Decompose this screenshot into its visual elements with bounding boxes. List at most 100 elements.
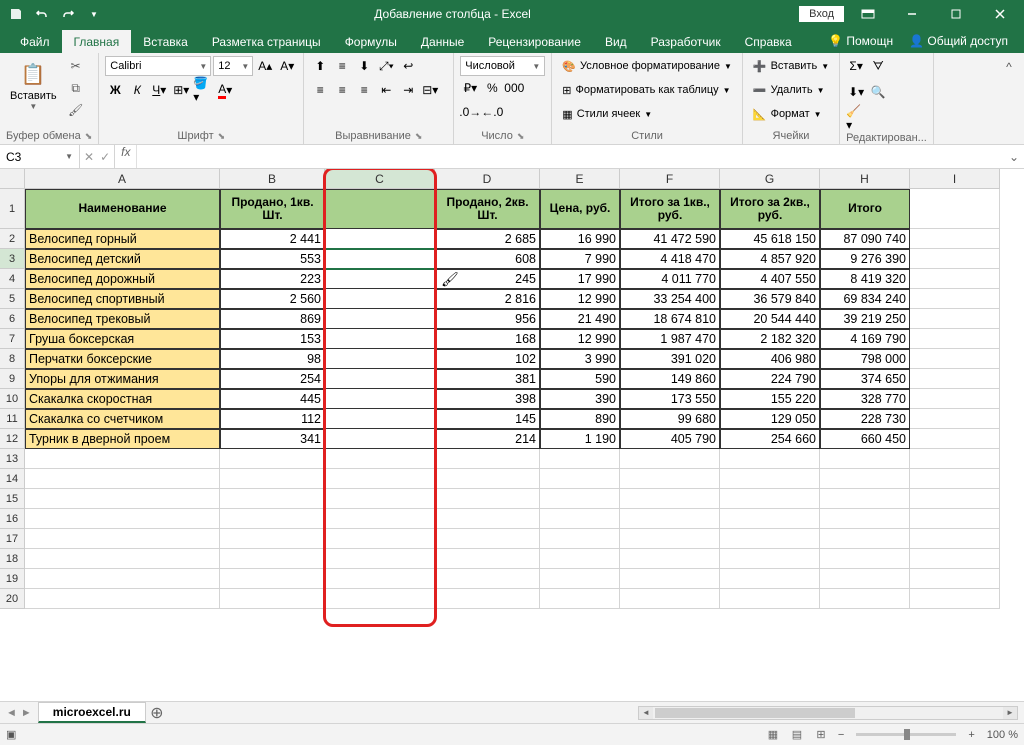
font-size-combo[interactable]: ▼ <box>213 56 253 76</box>
cell-A13[interactable] <box>25 449 220 469</box>
cell-G13[interactable] <box>720 449 820 469</box>
tab-home[interactable]: Главная <box>62 30 132 53</box>
underline-button[interactable]: Ч▾ <box>149 80 169 100</box>
row-header-14[interactable]: 14 <box>0 469 25 489</box>
cell-A11[interactable]: Скакалка со счетчиком <box>25 409 220 429</box>
copy-button[interactable]: ⧉ <box>65 78 87 98</box>
page-break-view-button[interactable]: ⊞ <box>810 726 832 744</box>
cell-H6[interactable]: 39 219 250 <box>820 309 910 329</box>
orientation-button[interactable]: ⤢▾ <box>376 56 396 76</box>
zoom-thumb[interactable] <box>904 729 910 740</box>
scroll-left-button[interactable]: ◄ <box>639 707 653 719</box>
cell-A4[interactable]: Велосипед дорожный <box>25 269 220 289</box>
row-header-17[interactable]: 17 <box>0 529 25 549</box>
cell-I11[interactable] <box>910 409 1000 429</box>
expand-formula-bar[interactable]: ⌄ <box>1004 145 1024 168</box>
cell-A16[interactable] <box>25 509 220 529</box>
row-header-12[interactable]: 12 <box>0 429 25 449</box>
cell-D1[interactable]: Продано, 2кв. Шт. <box>435 189 540 229</box>
record-macro-icon[interactable]: ▣ <box>6 728 16 741</box>
cell-G15[interactable] <box>720 489 820 509</box>
cell-C10[interactable] <box>325 389 435 409</box>
cell-E16[interactable] <box>540 509 620 529</box>
zoom-in-button[interactable]: + <box>964 729 978 741</box>
cell-F8[interactable]: 391 020 <box>620 349 720 369</box>
cell-F13[interactable] <box>620 449 720 469</box>
cell-H10[interactable]: 328 770 <box>820 389 910 409</box>
cell-D12[interactable]: 214 <box>435 429 540 449</box>
cell-E17[interactable] <box>540 529 620 549</box>
cell-C17[interactable] <box>325 529 435 549</box>
cell-G14[interactable] <box>720 469 820 489</box>
cell-H5[interactable]: 69 834 240 <box>820 289 910 309</box>
cell-F15[interactable] <box>620 489 720 509</box>
cell-B19[interactable] <box>220 569 325 589</box>
row-header-5[interactable]: 5 <box>0 289 25 309</box>
decrease-font-button[interactable]: A▾ <box>277 56 297 76</box>
cell-I14[interactable] <box>910 469 1000 489</box>
scroll-right-button[interactable]: ► <box>1003 707 1017 719</box>
font-name-input[interactable] <box>106 60 196 72</box>
cell-B7[interactable]: 153 <box>220 329 325 349</box>
insert-options-icon[interactable]: 🖌 <box>441 271 459 288</box>
cell-E12[interactable]: 1 190 <box>540 429 620 449</box>
cell-C19[interactable] <box>325 569 435 589</box>
row-header-20[interactable]: 20 <box>0 589 25 609</box>
col-header-H[interactable]: H <box>820 169 910 189</box>
cell-styles-button[interactable]: ▦Стили ячеек▼ <box>558 104 656 124</box>
cell-B9[interactable]: 254 <box>220 369 325 389</box>
cell-F18[interactable] <box>620 549 720 569</box>
font-color-button[interactable]: A▾ <box>215 80 235 100</box>
cell-B10[interactable]: 445 <box>220 389 325 409</box>
cell-H13[interactable] <box>820 449 910 469</box>
page-layout-view-button[interactable]: ▤ <box>786 726 808 744</box>
cell-D14[interactable] <box>435 469 540 489</box>
cell-B6[interactable]: 869 <box>220 309 325 329</box>
row-header-4[interactable]: 4 <box>0 269 25 289</box>
row-header-7[interactable]: 7 <box>0 329 25 349</box>
col-header-I[interactable]: I <box>910 169 1000 189</box>
increase-font-button[interactable]: A▴ <box>255 56 275 76</box>
row-header-11[interactable]: 11 <box>0 409 25 429</box>
font-size-input[interactable] <box>214 60 238 72</box>
zoom-level[interactable]: 100 % <box>987 729 1018 741</box>
normal-view-button[interactable]: ▦ <box>762 726 784 744</box>
number-format-input[interactable] <box>461 60 529 72</box>
cell-H4[interactable]: 8 419 320 <box>820 269 910 289</box>
cell-B13[interactable] <box>220 449 325 469</box>
close-button[interactable] <box>980 0 1020 28</box>
cell-E20[interactable] <box>540 589 620 609</box>
cell-A17[interactable] <box>25 529 220 549</box>
cell-A10[interactable]: Скакалка скоростная <box>25 389 220 409</box>
cell-D2[interactable]: 2 685 <box>435 229 540 249</box>
cell-H14[interactable] <box>820 469 910 489</box>
alignment-launcher[interactable]: ⬊ <box>415 131 423 142</box>
cell-I17[interactable] <box>910 529 1000 549</box>
sheet-tab-active[interactable]: microexcel.ru <box>38 702 146 723</box>
tab-page-layout[interactable]: Разметка страницы <box>200 30 333 53</box>
row-header-15[interactable]: 15 <box>0 489 25 509</box>
tab-review[interactable]: Рецензирование <box>476 30 593 53</box>
cell-I16[interactable] <box>910 509 1000 529</box>
delete-cells-button[interactable]: ➖Удалить▼ <box>749 80 829 100</box>
cell-F7[interactable]: 1 987 470 <box>620 329 720 349</box>
cell-A6[interactable]: Велосипед трековый <box>25 309 220 329</box>
conditional-formatting-button[interactable]: 🎨Условное форматирование▼ <box>558 56 736 76</box>
cell-G9[interactable]: 224 790 <box>720 369 820 389</box>
share-button[interactable]: 👤 Общий доступ <box>901 29 1016 53</box>
cell-G5[interactable]: 36 579 840 <box>720 289 820 309</box>
cell-H11[interactable]: 228 730 <box>820 409 910 429</box>
fx-icon[interactable]: fx <box>115 145 137 168</box>
tab-file[interactable]: Файл <box>8 30 62 53</box>
cell-C9[interactable] <box>325 369 435 389</box>
cell-E18[interactable] <box>540 549 620 569</box>
col-header-A[interactable]: A <box>25 169 220 189</box>
cell-F4[interactable]: 4 011 770 <box>620 269 720 289</box>
row-header-16[interactable]: 16 <box>0 509 25 529</box>
sheet-nav-prev[interactable]: ◄ <box>6 707 17 719</box>
cell-A19[interactable] <box>25 569 220 589</box>
cell-F6[interactable]: 18 674 810 <box>620 309 720 329</box>
sort-filter-button[interactable]: ᗊ <box>868 56 888 76</box>
cell-B14[interactable] <box>220 469 325 489</box>
chevron-down-icon[interactable]: ▼ <box>65 152 73 161</box>
